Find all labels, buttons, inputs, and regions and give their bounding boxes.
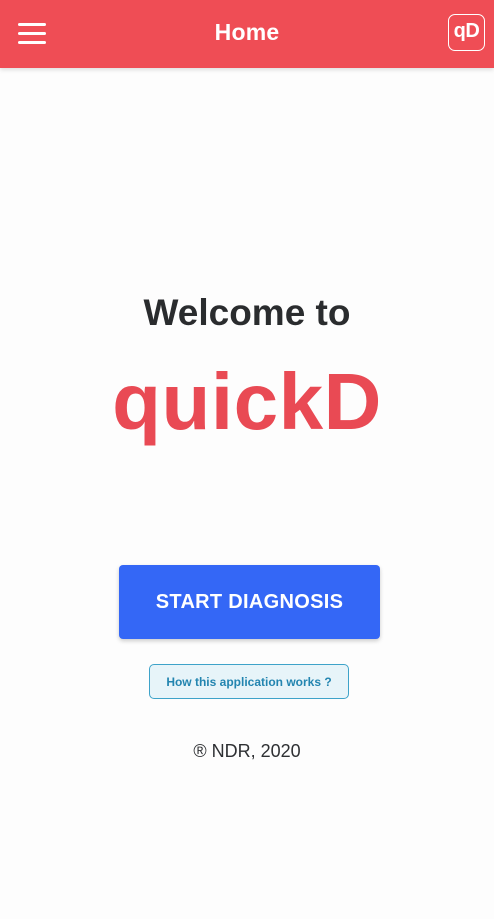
welcome-heading: Welcome to [143,292,351,333]
how-it-works-button[interactable]: How this application works ? [149,664,349,699]
page-title: Home [214,19,280,45]
app-logo-icon: qD [448,14,485,51]
app-screen: Home qD Welcome to quickD START DIAGNOSI… [0,0,494,919]
start-diagnosis-button[interactable]: START DIAGNOSIS [119,565,380,639]
copyright-text: ® NDR, 2020 [193,741,301,761]
app-bar: Home qD [0,0,494,68]
app-name-title: quickD [112,357,382,446]
